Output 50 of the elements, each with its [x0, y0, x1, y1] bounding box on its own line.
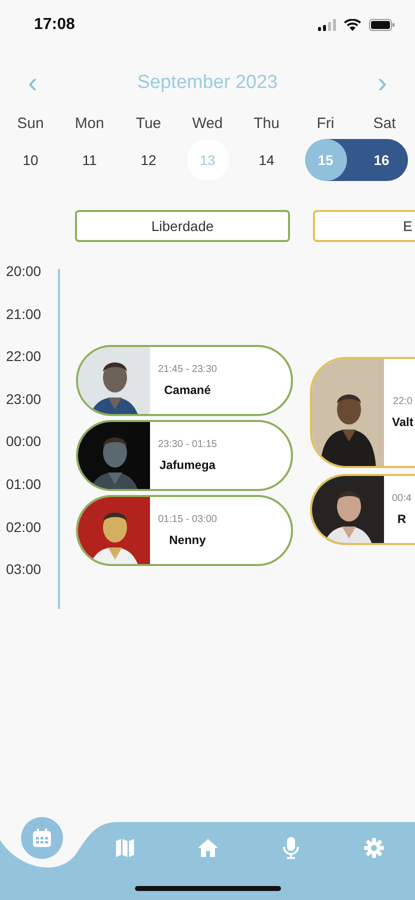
microphone-icon: [282, 837, 300, 859]
stage-tab[interactable]: E: [313, 210, 415, 242]
weekday-label: Sun: [16, 114, 45, 133]
calendar-date[interactable]: 11: [68, 139, 110, 181]
weekday-label: Tue: [134, 114, 162, 133]
weekday-label: Mon: [74, 114, 106, 133]
weekday-label: Wed: [191, 114, 224, 133]
map-icon: [114, 838, 134, 858]
act-card[interactable]: 22:0 Valt: [310, 357, 415, 468]
month-title: September 2023: [137, 70, 278, 95]
hour-label: 21:00: [6, 304, 42, 324]
calendar-icon: [32, 828, 52, 848]
act-time: 23:30 - 01:15: [158, 438, 217, 452]
artist-name: Jafumega: [159, 457, 216, 474]
artist-name: R: [397, 511, 406, 528]
hour-label: 23:00: [6, 390, 42, 409]
battery-icon: [369, 19, 395, 31]
home-icon: [198, 839, 218, 857]
weekday-label: Fri: [316, 114, 336, 133]
act-time: 00:4: [392, 492, 412, 506]
tab-button[interactable]: [196, 837, 218, 859]
hour-label: 20:00: [6, 262, 42, 281]
calendar-date[interactable]: 14: [246, 139, 288, 181]
stage-tab[interactable]: Liberdade: [75, 210, 290, 242]
act-card[interactable]: 23:30 - 01:15 Jafumega: [76, 420, 293, 491]
tab-button[interactable]: [362, 837, 384, 859]
artist-name: Valt: [392, 414, 414, 431]
signal-icon: [318, 19, 336, 31]
hour-label: 03:00: [6, 560, 42, 580]
calendar-date[interactable]: 12: [128, 139, 170, 181]
act-card[interactable]: 01:15 - 03:00 Nenny: [76, 495, 293, 566]
artist-name: Nenny: [169, 532, 206, 549]
hour-label: 00:00: [6, 432, 42, 452]
tab-button[interactable]: [114, 837, 136, 859]
hour-label: 22:00: [6, 347, 42, 366]
hour-label: 01:00: [6, 474, 42, 494]
hour-label: 02:00: [6, 518, 42, 537]
act-time: 21:45 - 23:30: [158, 363, 217, 377]
act-time: 22:0: [392, 395, 412, 409]
artist-name: Camané: [164, 382, 211, 399]
weekday-label: Sat: [372, 114, 397, 133]
wifi-icon: [344, 19, 361, 31]
calendar-date[interactable]: 10: [10, 139, 52, 181]
settings-icon: [364, 838, 384, 858]
tab-button[interactable]: [20, 817, 62, 859]
weekday-label: Thu: [252, 114, 280, 133]
act-card[interactable]: 21:45 - 23:30 Camané: [76, 345, 293, 416]
act-card[interactable]: 00:4 R: [310, 474, 415, 545]
act-time: 01:15 - 03:00: [158, 513, 217, 527]
status-time: 17:08: [34, 15, 75, 35]
